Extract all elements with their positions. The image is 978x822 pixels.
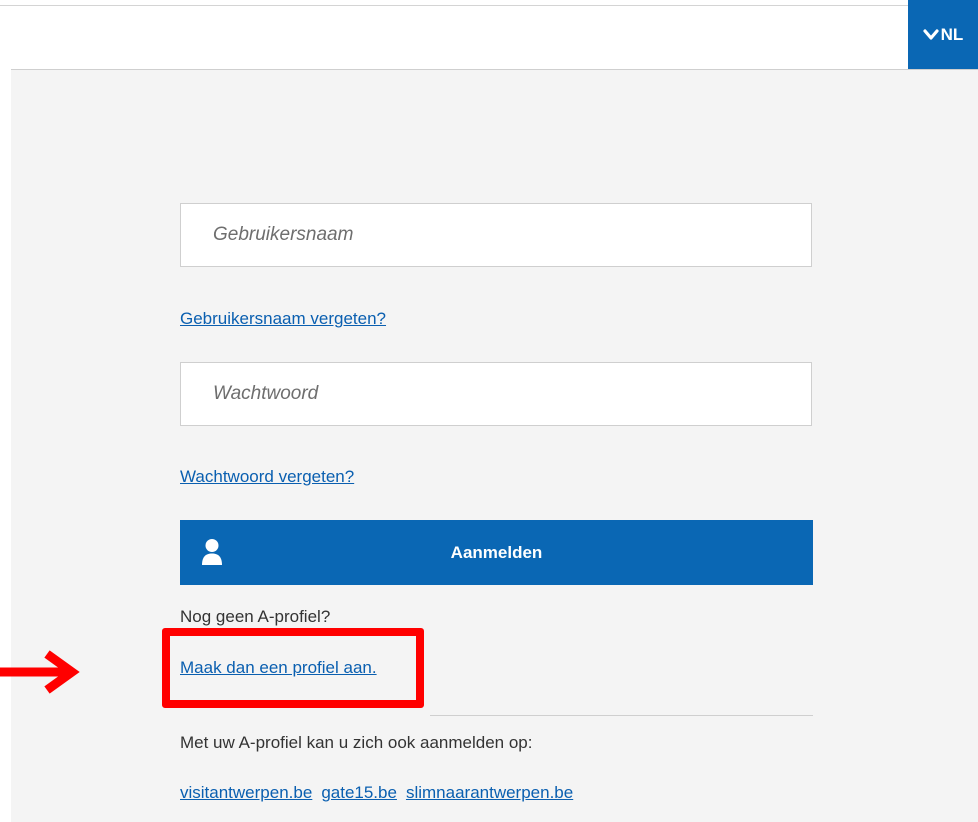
- login-button-label: Aanmelden: [450, 542, 543, 562]
- highlight-annotation-box: [162, 628, 424, 708]
- section-divider: [430, 715, 813, 716]
- login-button[interactable]: Aanmelden: [180, 520, 813, 585]
- page: NL Gebruikersnaam vergeten? Wachtwoord v…: [0, 0, 978, 822]
- username-input[interactable]: [180, 203, 812, 267]
- header-top-divider: [0, 5, 908, 6]
- gate15-link[interactable]: gate15.be: [321, 783, 397, 803]
- language-label: NL: [940, 24, 964, 44]
- other-sites-intro: Met uw A-profiel kan u zich ook aanmelde…: [180, 733, 533, 752]
- partner-links: visitantwerpen.be gate15.be slimnaarantw…: [180, 783, 573, 803]
- chevron-down-icon: [923, 28, 939, 40]
- forgot-password-link[interactable]: Wachtwoord vergeten?: [180, 467, 354, 487]
- login-content-area: [11, 70, 978, 822]
- user-icon: [202, 539, 222, 565]
- slimnaarantwerpen-link[interactable]: slimnaarantwerpen.be: [406, 783, 573, 803]
- forgot-username-link[interactable]: Gebruikersnaam vergeten?: [180, 309, 386, 329]
- right-arrow-icon: [0, 650, 80, 694]
- language-selector-button[interactable]: NL: [908, 0, 978, 69]
- visitantwerpen-link[interactable]: visitantwerpen.be: [180, 783, 312, 803]
- password-input[interactable]: [180, 362, 812, 426]
- header: NL: [0, 0, 978, 69]
- no-profile-text: Nog geen A-profiel?: [180, 607, 331, 626]
